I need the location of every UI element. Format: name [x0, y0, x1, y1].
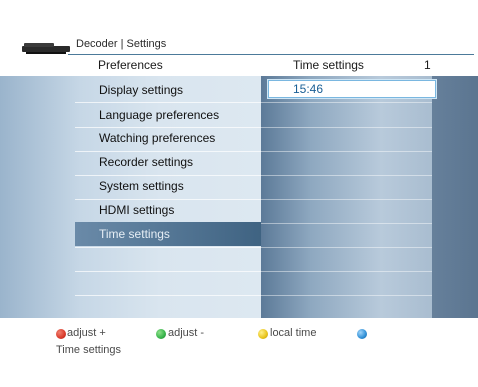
menu-item-watching-preferences[interactable]: Watching preferences	[75, 126, 261, 150]
menu-item-time-settings[interactable]: Time settings	[75, 222, 261, 246]
menu-item-system-settings[interactable]: System settings	[75, 174, 261, 198]
page-number: 1	[424, 58, 431, 72]
detail-column-title: Time settings	[293, 58, 364, 72]
settings-menu: Display settings Language preferences Wa…	[0, 76, 261, 318]
time-settings-panel	[261, 76, 478, 318]
red-button-icon	[56, 329, 66, 339]
set-top-box-icon	[22, 43, 70, 54]
red-legend-label: adjust +	[67, 327, 106, 339]
menu-item-display-settings[interactable]: Display settings	[75, 78, 261, 102]
menu-item-hdmi-settings[interactable]: HDMI settings	[75, 198, 261, 222]
menu-item-language-preferences[interactable]: Language preferences	[75, 103, 261, 127]
yellow-button-icon	[258, 329, 268, 339]
time-value: 15:46	[293, 82, 324, 96]
header-divider	[68, 54, 474, 55]
menu-item-recorder-settings[interactable]: Recorder settings	[75, 150, 261, 174]
blue-button-icon	[357, 329, 367, 339]
breadcrumb: Decoder | Settings	[76, 38, 167, 50]
footer-context-label: Time settings	[56, 344, 122, 356]
green-legend-label: adjust -	[168, 327, 205, 339]
time-value-field[interactable]: 15:46	[268, 80, 436, 98]
menu-column-title: Preferences	[98, 58, 163, 72]
yellow-legend-label: local time	[270, 327, 317, 339]
green-button-icon	[156, 329, 166, 339]
